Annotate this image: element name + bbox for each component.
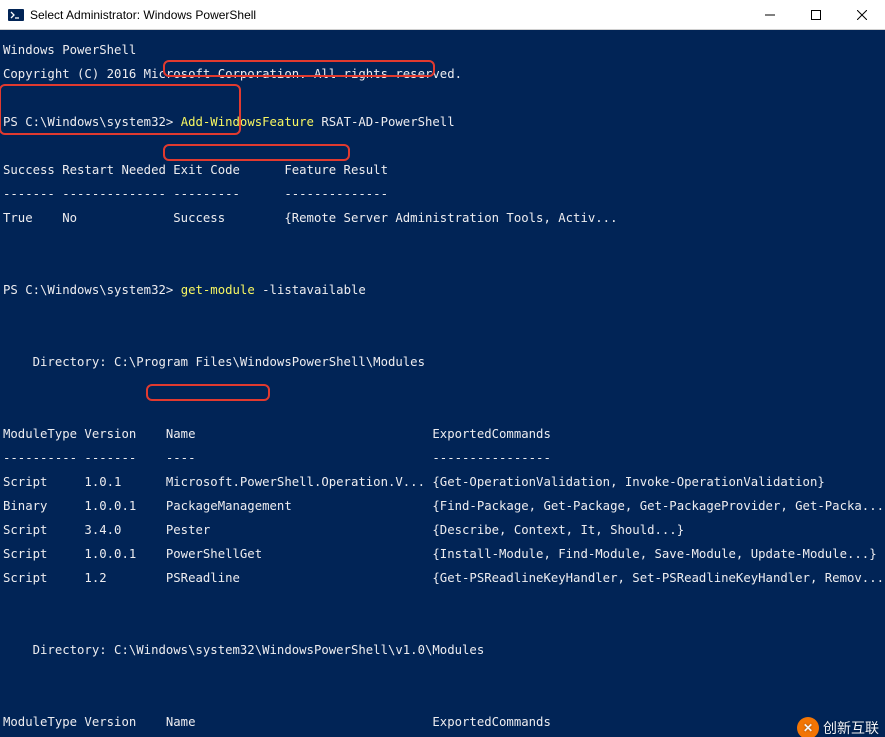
table-row: Script 1.0.0.1 PowerShellGet {Install-Mo… bbox=[3, 548, 885, 560]
prompt-prefix: PS C:\Windows\system32> bbox=[3, 283, 181, 297]
prompt-prefix: PS C:\Windows\system32> bbox=[3, 115, 181, 129]
console-line bbox=[3, 692, 885, 704]
console-output[interactable]: Windows PowerShell Copyright (C) 2016 Mi… bbox=[0, 30, 885, 737]
console-line: Directory: C:\Windows\system32\WindowsPo… bbox=[3, 644, 885, 656]
maximize-button[interactable] bbox=[793, 0, 839, 29]
console-line: Copyright (C) 2016 Microsoft Corporation… bbox=[3, 68, 885, 80]
table-row: Script 1.2 PSReadline {Get-PSReadlineKey… bbox=[3, 572, 885, 584]
console-line bbox=[3, 308, 885, 320]
powershell-icon bbox=[8, 7, 24, 23]
table-header: ModuleType Version Name ExportedCommands bbox=[3, 428, 885, 440]
window-titlebar: Select Administrator: Windows PowerShell bbox=[0, 0, 885, 30]
console-line bbox=[3, 404, 885, 416]
command-rest: RSAT-AD-PowerShell bbox=[314, 115, 455, 129]
watermark-text: 创新互联 bbox=[823, 722, 879, 734]
console-line bbox=[3, 596, 885, 608]
command-rest: -listavailable bbox=[255, 283, 366, 297]
console-line: True No Success {Remote Server Administr… bbox=[3, 212, 885, 224]
console-line bbox=[3, 380, 885, 392]
console-line: Success Restart Needed Exit Code Feature… bbox=[3, 164, 885, 176]
console-line bbox=[3, 332, 885, 344]
console-line bbox=[3, 620, 885, 632]
watermark-logo-icon: ✕ bbox=[797, 717, 819, 737]
console-line: Directory: C:\Program Files\WindowsPower… bbox=[3, 356, 885, 368]
window-controls bbox=[747, 0, 885, 29]
console-line bbox=[3, 92, 885, 104]
window-title: Select Administrator: Windows PowerShell bbox=[30, 8, 747, 22]
prompt-line: PS C:\Windows\system32> Add-WindowsFeatu… bbox=[3, 116, 885, 128]
prompt-line: PS C:\Windows\system32> get-module -list… bbox=[3, 284, 885, 296]
console-line: ------- -------------- --------- -------… bbox=[3, 188, 885, 200]
close-button[interactable] bbox=[839, 0, 885, 29]
table-row: Binary 1.0.0.1 PackageManagement {Find-P… bbox=[3, 500, 885, 512]
table-row: Script 1.0.1 Microsoft.PowerShell.Operat… bbox=[3, 476, 885, 488]
command-highlight: get-module bbox=[181, 283, 255, 297]
console-line bbox=[3, 236, 885, 248]
table-row: Script 3.4.0 Pester {Describe, Context, … bbox=[3, 524, 885, 536]
console-line bbox=[3, 260, 885, 272]
console-line bbox=[3, 140, 885, 152]
command-highlight: Add-WindowsFeature bbox=[181, 115, 314, 129]
table-header: ModuleType Version Name ExportedCommands bbox=[3, 716, 885, 728]
console-line: Windows PowerShell bbox=[3, 44, 885, 56]
console-line: ---------- ------- ---- ---------------- bbox=[3, 452, 885, 464]
watermark: ✕ 创新互联 bbox=[797, 717, 879, 737]
console-line bbox=[3, 668, 885, 680]
minimize-button[interactable] bbox=[747, 0, 793, 29]
